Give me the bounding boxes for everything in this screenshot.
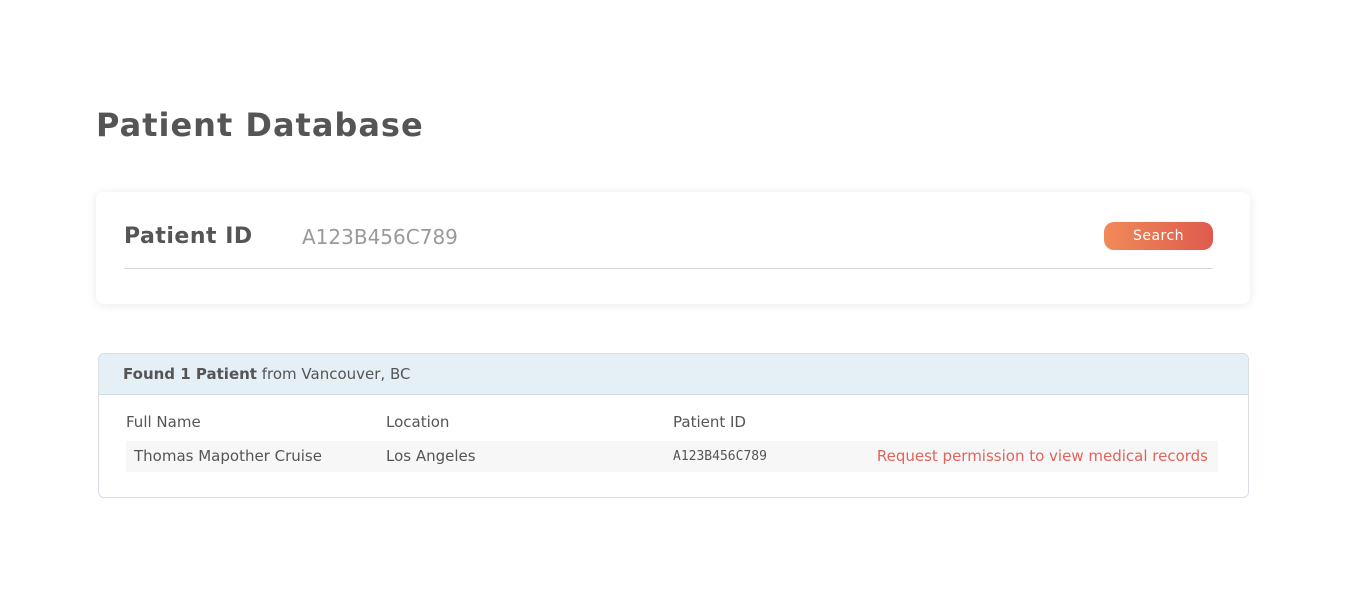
search-button[interactable]: Search — [1104, 222, 1213, 250]
results-header: Found 1 Patient from Vancouver, BC — [99, 354, 1248, 395]
results-count: Found 1 Patient — [123, 365, 257, 383]
table-row: Thomas Mapother Cruise Los Angeles A123B… — [126, 441, 1218, 472]
results-table: Full Name Location Patient ID Thomas Map… — [126, 409, 1218, 472]
results-panel: Found 1 Patient from Vancouver, BC Full … — [98, 353, 1249, 498]
column-header-location: Location — [386, 413, 450, 431]
search-card: Patient ID Search — [96, 192, 1250, 304]
patient-id-label: Patient ID — [124, 224, 253, 249]
cell-location: Los Angeles — [386, 447, 476, 465]
cell-full-name: Thomas Mapother Cruise — [134, 447, 322, 465]
results-location: from Vancouver, BC — [261, 365, 411, 383]
cell-patient-id: A123B456C789 — [673, 449, 767, 464]
patient-id-input[interactable] — [302, 222, 1082, 252]
search-row: Patient ID Search — [124, 222, 1213, 269]
column-header-full-name: Full Name — [126, 413, 201, 431]
page: Patient Database Patient ID Search Found… — [0, 0, 1366, 611]
request-permission-link[interactable]: Request permission to view medical recor… — [877, 447, 1208, 465]
page-title: Patient Database — [96, 106, 424, 144]
table-header: Full Name Location Patient ID — [126, 409, 1218, 441]
column-header-patient-id: Patient ID — [673, 413, 746, 431]
